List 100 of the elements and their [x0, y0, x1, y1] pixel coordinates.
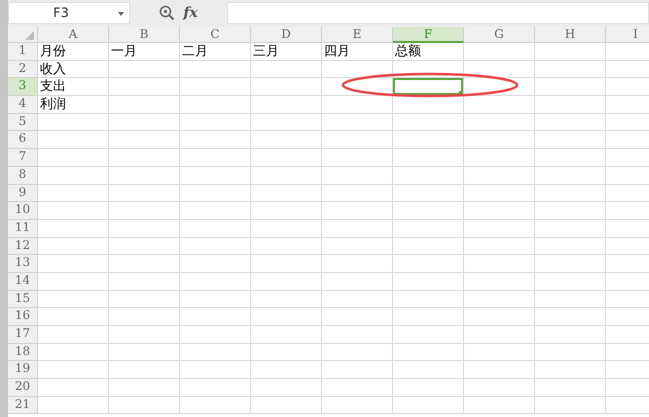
table-cell	[535, 166, 606, 184]
table-cell	[393, 60, 464, 78]
table-cell	[251, 272, 322, 291]
table-cell	[180, 96, 251, 114]
table-cell	[393, 238, 464, 256]
row-header[interactable]: 3	[8, 78, 38, 96]
column-header[interactable]: G	[464, 27, 535, 43]
table-cell	[251, 131, 322, 150]
row-header[interactable]: 4	[8, 96, 38, 114]
table-cell	[322, 149, 393, 167]
row-header[interactable]: 7	[8, 149, 38, 167]
row-header[interactable]: 18	[8, 344, 38, 362]
table-cell: 月份	[38, 43, 109, 61]
row-header[interactable]: 8	[8, 166, 38, 184]
column-header[interactable]: F	[393, 27, 464, 43]
table-cell	[322, 131, 393, 150]
column-header[interactable]: I	[606, 27, 649, 43]
column-header[interactable]: H	[535, 27, 606, 43]
row-header[interactable]: 14	[8, 272, 38, 291]
table-cell	[38, 166, 109, 184]
table-cell	[322, 255, 393, 273]
row-header[interactable]: 17	[8, 326, 38, 344]
table-cell	[393, 396, 464, 414]
table-cell	[464, 96, 535, 114]
column-header[interactable]: B	[109, 27, 180, 43]
table-cell	[180, 326, 251, 344]
row-header[interactable]: 9	[8, 184, 38, 202]
row-header[interactable]: 12	[8, 238, 38, 256]
row-header[interactable]: 15	[8, 290, 38, 308]
zoom-icon[interactable]	[159, 5, 176, 21]
table-cell	[393, 149, 464, 167]
table-cell	[180, 220, 251, 238]
row-header[interactable]: 13	[8, 255, 38, 273]
row-header[interactable]: 2	[8, 60, 38, 78]
table-cell	[535, 326, 606, 344]
row-header[interactable]: 16	[8, 308, 38, 326]
table-cell	[322, 361, 393, 380]
column-header[interactable]: C	[180, 27, 251, 43]
table-cell	[109, 131, 180, 150]
table-cell	[251, 202, 322, 220]
table-cell	[535, 60, 606, 78]
row-header[interactable]: 6	[8, 131, 38, 150]
table-cell: 收入	[38, 60, 109, 78]
table-cell	[393, 290, 464, 308]
table-cell	[535, 272, 606, 291]
function-button[interactable]: fx	[183, 5, 198, 21]
table-cell	[109, 60, 180, 78]
column-header[interactable]: E	[322, 27, 393, 43]
name-box[interactable]: F3	[8, 2, 130, 24]
row-header[interactable]: 21	[8, 396, 38, 414]
table-cell	[464, 220, 535, 238]
table-cell	[322, 114, 393, 132]
table-cell	[251, 238, 322, 256]
table-cell	[322, 396, 393, 414]
row-header[interactable]: 11	[8, 220, 38, 238]
column-header[interactable]: A	[38, 27, 109, 43]
table-cell	[109, 96, 180, 114]
table-cell	[322, 308, 393, 326]
table-cell	[464, 379, 535, 397]
table-cell	[180, 361, 251, 380]
table-cell	[322, 184, 393, 202]
row-header[interactable]: 20	[8, 379, 38, 397]
table-cell	[38, 149, 109, 167]
table-cell	[38, 290, 109, 308]
table-cell	[251, 326, 322, 344]
table-cell	[38, 396, 109, 414]
table-cell	[535, 43, 606, 61]
table-cell	[535, 131, 606, 150]
table-cell	[180, 255, 251, 273]
selected-cell[interactable]	[393, 78, 464, 96]
table-cell	[464, 344, 535, 362]
table-cell	[180, 396, 251, 414]
table-cell	[393, 344, 464, 362]
table-cell	[251, 96, 322, 114]
table-cell	[38, 361, 109, 380]
row-header[interactable]: 19	[8, 361, 38, 380]
column-header[interactable]: D	[251, 27, 322, 43]
table-cell	[322, 290, 393, 308]
table-cell: 利润	[38, 96, 109, 114]
table-cell	[322, 166, 393, 184]
table-cell	[464, 272, 535, 291]
table-cell	[393, 166, 464, 184]
table-cell	[180, 131, 251, 150]
table-cell	[109, 78, 180, 96]
row-header[interactable]: 10	[8, 202, 38, 220]
table-cell	[180, 166, 251, 184]
row-header[interactable]: 1	[8, 43, 38, 61]
table-cell	[464, 202, 535, 220]
table-cell	[180, 290, 251, 308]
table-cell	[38, 202, 109, 220]
table-cell	[464, 238, 535, 256]
caret-icon	[118, 12, 124, 16]
row-header[interactable]: 5	[8, 114, 38, 132]
table-cell	[464, 326, 535, 344]
table-cell	[322, 272, 393, 291]
table-cell	[322, 326, 393, 344]
table-cell	[393, 184, 464, 202]
table-cell	[38, 272, 109, 291]
table-cell	[109, 202, 180, 220]
formula-input[interactable]	[227, 2, 649, 24]
